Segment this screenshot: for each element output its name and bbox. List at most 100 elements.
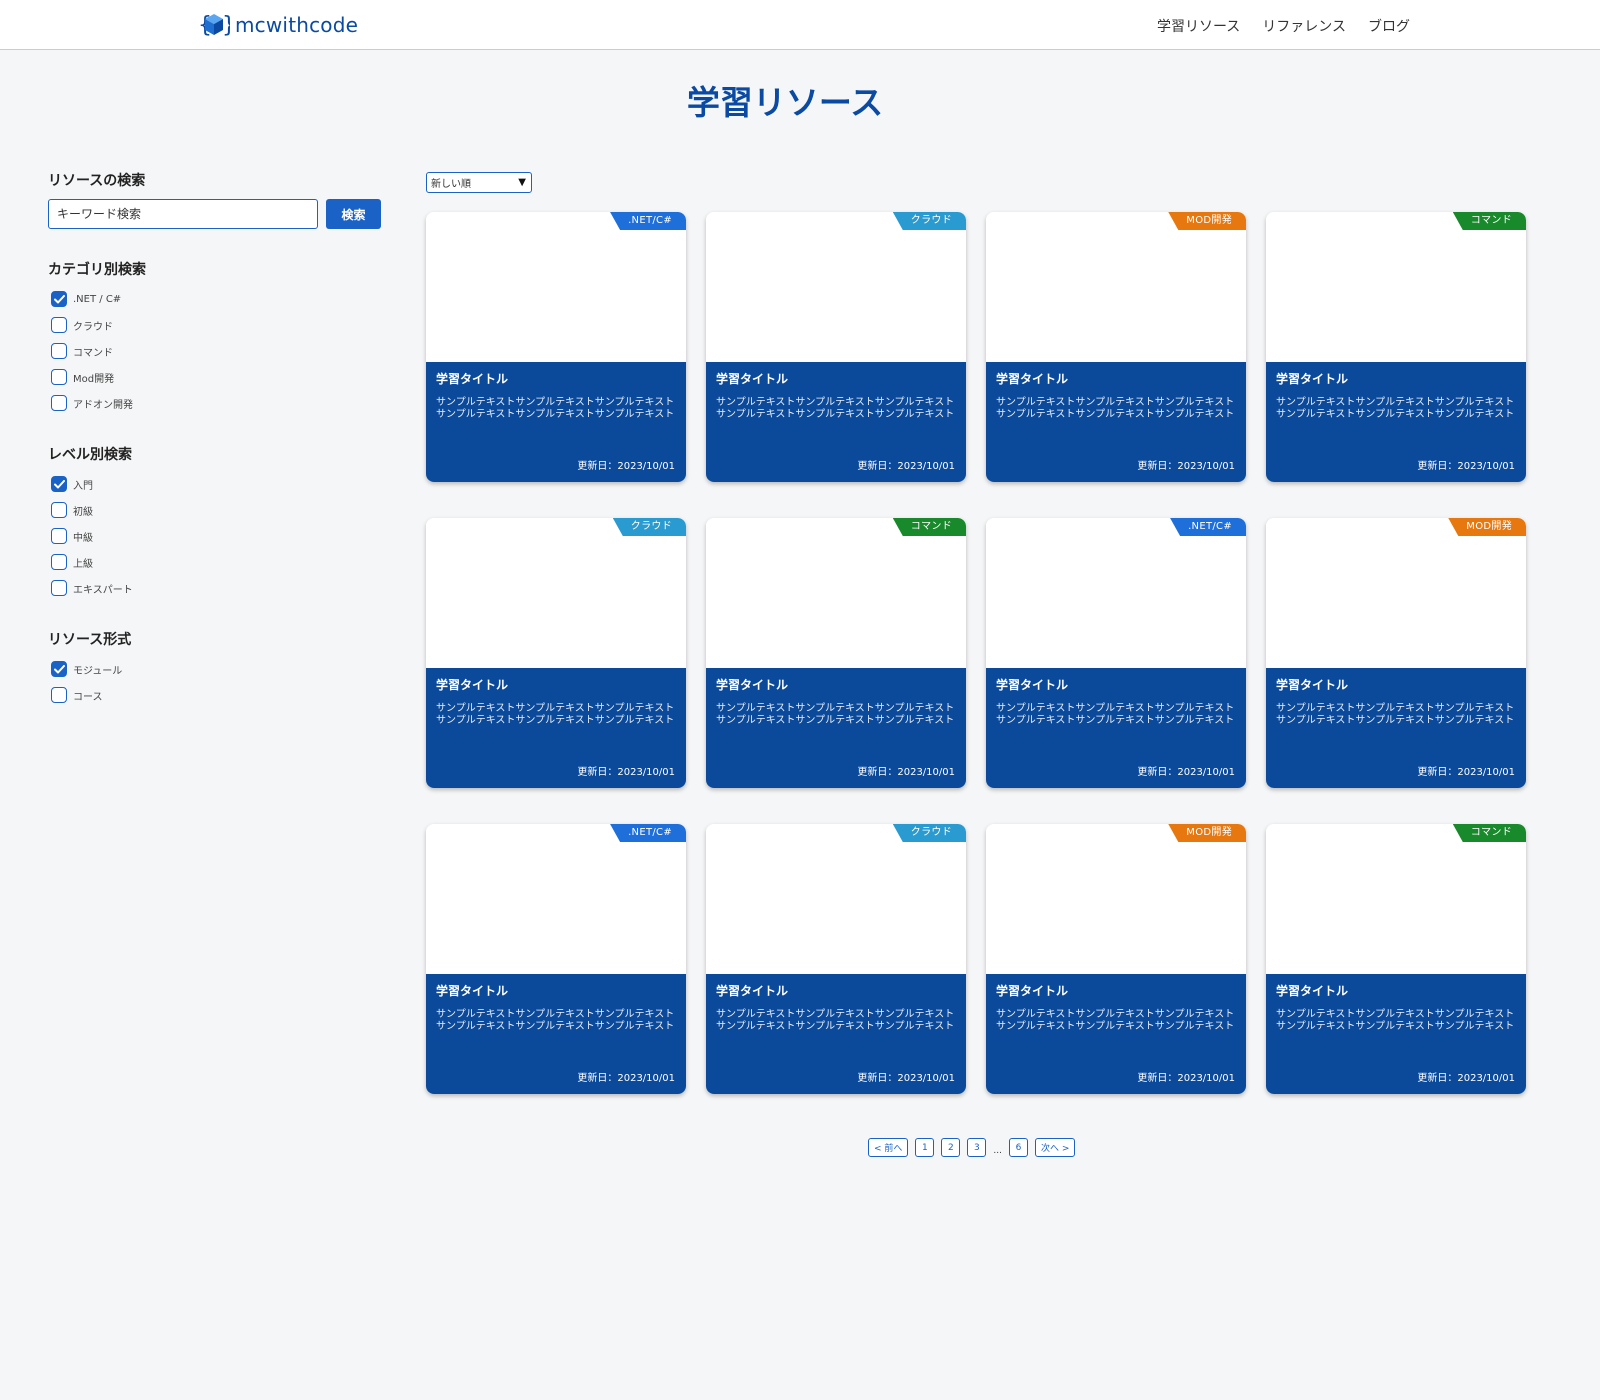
nav-learning-resources[interactable]: 学習リソース: [1157, 16, 1240, 36]
nav-reference[interactable]: リファレンス: [1262, 16, 1346, 36]
resource-card[interactable]: クラウド 学習タイトル サンプルテキストサンプルテキストサンプルテキストサンプルテキ…: [706, 824, 966, 1094]
filter-checkbox-item[interactable]: コース: [48, 682, 388, 708]
page-button-3[interactable]: 3: [967, 1138, 987, 1157]
card-updated-date: 更新日：2023/10/01: [857, 767, 955, 778]
checkbox-label: 初級: [73, 506, 93, 518]
card-body: 学習タイトルサンプルテキストサンプルテキストサンプルテキストサンプルテキストサン…: [1266, 362, 1526, 482]
card-body: 学習タイトル サンプルテキストサンプルテキストサンプルテキストサンプルテキストサン…: [986, 668, 1246, 788]
checkbox[interactable]: [51, 580, 67, 596]
checkbox[interactable]: [51, 528, 67, 544]
filter-checkbox-item[interactable]: 入門: [48, 471, 388, 497]
resource-card[interactable]: .NET/C# 学習タイトル サンプルテキストサンプルテキストサンプルテキストサンプ…: [986, 518, 1246, 788]
filter-checkbox-item[interactable]: モジュール: [48, 656, 388, 682]
card-body: 学習タイトル サンプルテキストサンプルテキストサンプルテキストサンプルテキストサン…: [426, 668, 686, 788]
resource-card[interactable]: コマンド 学習タイトル サンプルテキストサンプルテキストサンプルテキストサンプルテキ…: [706, 518, 966, 788]
resource-card[interactable]: クラウド 学習タイトル サンプルテキストサンプルテキストサンプルテキストサンプルテキ…: [706, 212, 966, 482]
checkbox[interactable]: [51, 395, 67, 411]
filter-checkbox-item[interactable]: アドオン開発: [48, 390, 388, 416]
svg-text:}: }: [222, 13, 230, 38]
next-page-button[interactable]: 次へ >: [1035, 1138, 1076, 1157]
checkmark-icon: [53, 294, 65, 303]
page-button-last[interactable]: 6: [1009, 1138, 1028, 1157]
card-thumbnail: [1266, 824, 1526, 974]
filter-group-heading: カテゴリ別検索: [48, 262, 146, 278]
filter-checkbox-item[interactable]: .NET / C#: [48, 286, 388, 312]
resource-card[interactable]: MOD開発 学習タイトル サンプルテキストサンプルテキストサンプルテキストサンプルテ…: [1266, 518, 1526, 788]
card-updated-date: 更新日：2023/10/01: [1417, 461, 1515, 472]
resource-card[interactable]: MOD開発学習タイトルサンプルテキストサンプルテキストサンプルテキストサンプルテ…: [986, 824, 1246, 1094]
resource-card[interactable]: MOD開発 学習タイトル サンプルテキストサンプルテキストサンプルテキストサンプルテ…: [986, 212, 1246, 482]
card-body: 学習タイトル サンプルテキストサンプルテキストサンプルテキストサンプルテキストサン…: [706, 974, 966, 1094]
checkbox-label: 中級: [73, 532, 93, 544]
checkbox-label: エキスパート: [73, 584, 133, 596]
category-badge: クラウド: [612, 518, 686, 536]
card-thumbnail: [986, 212, 1246, 362]
checkbox-label: .NET / C#: [73, 293, 122, 305]
checkbox[interactable]: [51, 291, 67, 307]
checkbox[interactable]: [51, 554, 67, 570]
checkbox-list: .NET / C# クラウドコマンド Mod開発アドオン開発: [48, 286, 388, 416]
filter-checkbox-item[interactable]: 中級: [48, 523, 388, 549]
nav-blog[interactable]: ブログ: [1368, 16, 1410, 36]
search-button[interactable]: 検索: [326, 199, 381, 229]
search-row: 検索: [48, 199, 388, 229]
resource-card[interactable]: クラウド学習タイトル サンプルテキストサンプルテキストサンプルテキストサンプルテキ…: [426, 518, 686, 788]
cube-logo-icon: { }: [198, 13, 230, 38]
filter-checkbox-item[interactable]: 初級: [48, 497, 388, 523]
filter-checkbox-item[interactable]: エキスパート: [48, 575, 388, 601]
checkbox-label: コマンド: [73, 347, 113, 359]
card-title: 学習タイトル: [996, 372, 1069, 386]
card-title: 学習タイトル: [1276, 372, 1349, 386]
search-input[interactable]: [48, 199, 318, 229]
pagination: < 前へ 1 2 3 ... 6 次へ >: [868, 1138, 1076, 1157]
checkbox[interactable]: [51, 369, 67, 385]
card-updated-date: 更新日：2023/10/01: [577, 767, 675, 778]
card-title: 学習タイトル: [996, 984, 1069, 998]
card-thumbnail: [706, 212, 966, 362]
main-nav: 学習リソース リファレンス ブログ: [1157, 16, 1410, 36]
prev-page-button[interactable]: < 前へ: [868, 1138, 909, 1157]
checkbox[interactable]: [51, 476, 67, 492]
resource-card[interactable]: .NET/C# 学習タイトル サンプルテキストサンプルテキストサンプルテキストサンプ…: [426, 212, 686, 482]
category-badge: MOD開発: [1168, 824, 1246, 842]
card-updated-date: 更新日：2023/10/01: [577, 1073, 675, 1084]
filter-checkbox-item[interactable]: 上級: [48, 549, 388, 575]
card-body: 学習タイトル サンプルテキストサンプルテキストサンプルテキストサンプルテキストサン…: [1266, 974, 1526, 1094]
sort-select[interactable]: 新しい順 ▼: [426, 172, 532, 193]
filter-sidebar: リソースの検索 検索 カテゴリ別検索 .NET / C# クラウドコマンド Mod開発…: [48, 170, 388, 708]
checkbox[interactable]: [51, 661, 67, 677]
card-thumbnail: [426, 518, 686, 668]
card-description: サンプルテキストサンプルテキストサンプルテキストサンプルテキストサンプルテキスト…: [1276, 397, 1515, 420]
page-title: 学習リソース: [686, 83, 884, 122]
sort-selected-label: 新しい順: [431, 179, 471, 190]
filter-checkbox-item[interactable]: クラウド: [48, 312, 388, 338]
filter-checkbox-item[interactable]: コマンド: [48, 338, 388, 364]
resource-card[interactable]: .NET/C# 学習タイトル サンプルテキストサンプルテキストサンプルテキストサンプ…: [426, 824, 686, 1094]
card-updated-date: 更新日：2023/10/01: [1417, 767, 1515, 778]
page-button-2[interactable]: 2: [941, 1138, 961, 1157]
checkbox[interactable]: [51, 687, 67, 703]
card-body: 学習タイトル サンプルテキストサンプルテキストサンプルテキストサンプルテキストサン…: [986, 362, 1246, 482]
card-updated-date: 更新日：2023/10/01: [1137, 767, 1235, 778]
card-body: 学習タイトル サンプルテキストサンプルテキストサンプルテキストサンプルテキストサン…: [1266, 668, 1526, 788]
card-thumbnail: [1266, 518, 1526, 668]
checkbox-label: モジュール: [73, 665, 123, 677]
checkbox[interactable]: [51, 502, 67, 518]
checkmark-icon: [53, 664, 65, 673]
page-ellipsis: ...: [993, 1145, 1002, 1156]
card-description: サンプルテキストサンプルテキストサンプルテキストサンプルテキストサンプルテキスト…: [996, 1009, 1235, 1032]
checkbox[interactable]: [51, 343, 67, 359]
resource-card[interactable]: コマンド 学習タイトル サンプルテキストサンプルテキストサンプルテキストサンプルテキ…: [1266, 824, 1526, 1094]
checkbox-label: Mod開発: [73, 373, 115, 385]
checkbox[interactable]: [51, 317, 67, 333]
card-description: サンプルテキストサンプルテキストサンプルテキストサンプルテキストサンプルテキスト…: [716, 703, 955, 726]
card-description: サンプルテキストサンプルテキストサンプルテキストサンプルテキストサンプルテキスト…: [716, 397, 955, 420]
page-button-1[interactable]: 1: [915, 1138, 935, 1157]
checkmark-icon: [53, 479, 65, 488]
filter-checkbox-item[interactable]: Mod開発: [48, 364, 388, 390]
card-title: 学習タイトル: [716, 984, 789, 998]
site-logo[interactable]: { } mcwithcode: [198, 10, 358, 40]
category-badge: .NET/C#: [1170, 518, 1246, 536]
checkbox-label: 入門: [73, 480, 93, 492]
resource-card[interactable]: コマンド 学習タイトル サンプルテキストサンプルテキストサンプルテキストサンプルテキ…: [1266, 212, 1526, 482]
